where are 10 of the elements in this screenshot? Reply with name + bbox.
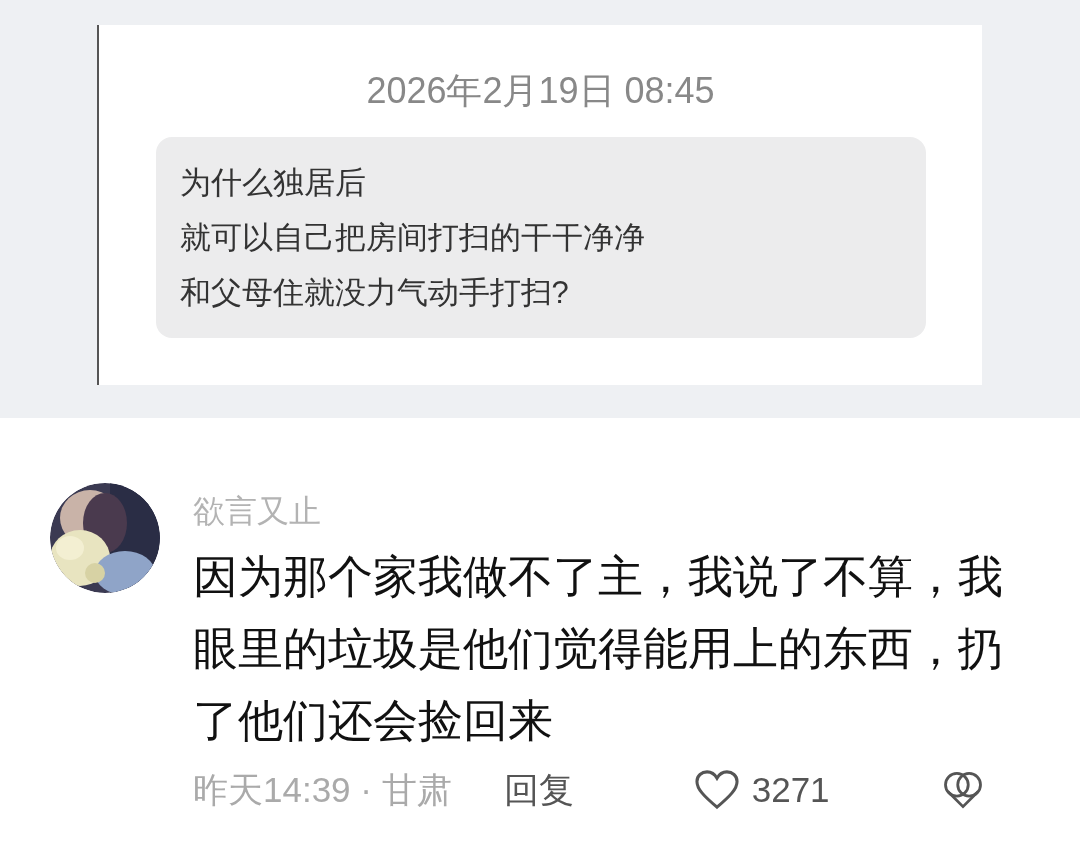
heart-icon xyxy=(693,769,740,811)
reaction-icon[interactable] xyxy=(941,770,984,810)
reply-button[interactable]: 回复 xyxy=(503,763,574,817)
message-line: 就可以自己把房间打扫的干干净净 xyxy=(179,219,646,257)
comment-meta: 昨天14:39 · 甘肃 xyxy=(193,768,452,811)
like-button[interactable]: 3271 xyxy=(693,763,830,817)
message-line: 为什么独居后 xyxy=(179,164,367,202)
message-line: 和父母住就没力气动手打扫? xyxy=(179,274,570,312)
message-timestamp: 2026年2月19日 08:45 xyxy=(366,73,715,109)
comment-text: 因为那个家我做不了主，我说了不算，我眼里的垃圾是他们觉得能用上的东西，扔了他们还会捡回来 xyxy=(193,550,1004,748)
